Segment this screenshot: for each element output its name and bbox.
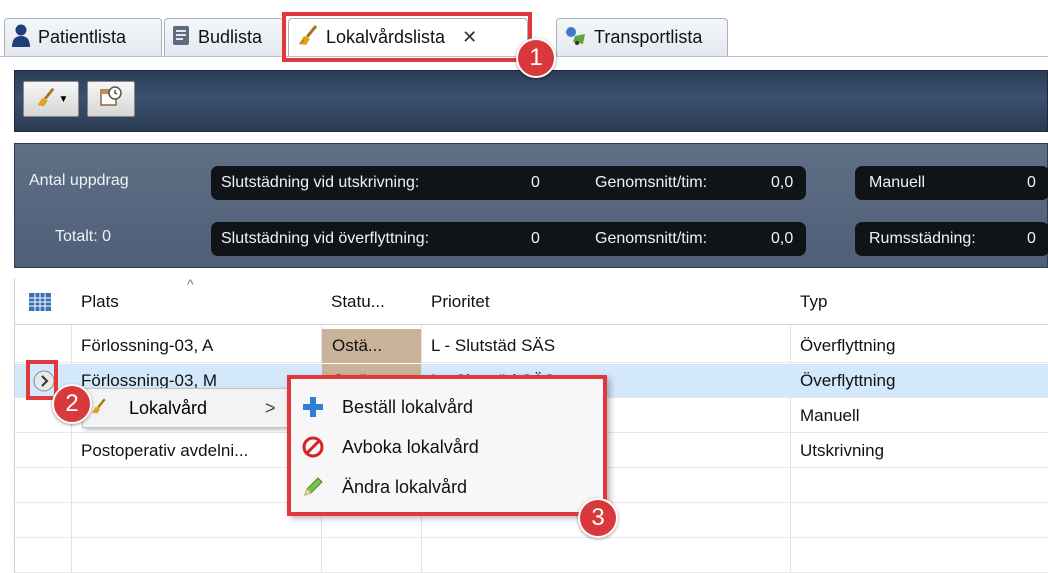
tab-budlista[interactable]: Budlista <box>164 18 284 56</box>
cell-plats: Förlossning-03, A <box>81 336 214 355</box>
column-header-label: Typ <box>800 291 828 311</box>
stat-label: Rumsstädning: <box>869 230 976 247</box>
empty-row <box>15 539 1048 573</box>
cell-typ: Överflyttning <box>800 371 896 390</box>
tab-patientlista[interactable]: Patientlista <box>4 18 162 56</box>
stat-value: 0 <box>1027 230 1036 247</box>
table-row[interactable]: Förlossning-03, A Ostä... L - Slutstäd S… <box>15 329 1048 363</box>
antal-uppdrag-label: Antal uppdrag <box>29 172 129 189</box>
column-header-status[interactable]: Statu... <box>321 278 421 325</box>
cell-prioritet: L - Slutstäd SÄS <box>431 336 556 355</box>
cell-typ: Utskrivning <box>800 441 885 460</box>
stat-pill-utskrivning: Slutstädning vid utskrivning: 0 Genomsni… <box>211 166 806 200</box>
menu-item-lokalvard[interactable]: Lokalvård > <box>83 389 287 427</box>
tab-label: Patientlista <box>38 27 127 47</box>
tab-label: Transportlista <box>594 27 703 47</box>
submenu-arrow-icon: > <box>265 397 276 418</box>
clipboard-icon <box>171 24 191 51</box>
menu-item-label: Lokalvård <box>129 397 208 418</box>
dropdown-arrow-icon: ▼ <box>58 93 69 105</box>
avg-value: 0,0 <box>771 174 794 191</box>
context-menu: Lokalvård > <box>82 388 288 428</box>
stat-value: 0 <box>531 230 540 247</box>
column-header-typ[interactable]: Typ <box>790 278 1048 325</box>
totalt-label: Totalt: 0 <box>55 228 112 245</box>
column-header-label: Plats <box>81 291 119 311</box>
cell-typ: Manuell <box>800 406 860 425</box>
transport-icon <box>563 24 587 51</box>
grid-header: Plats ^ Statu... Prioritet Typ <box>15 276 1048 325</box>
highlight-box-3 <box>287 375 607 516</box>
cell-typ: Överflyttning <box>800 336 896 355</box>
callout-badge-1: 1 <box>516 38 556 78</box>
column-header-prioritet[interactable]: Prioritet <box>421 278 790 325</box>
stat-pill-overflyttning: Slutstädning vid överflyttning: 0 Genoms… <box>211 222 806 256</box>
tab-transportlista[interactable]: Transportlista <box>556 18 728 56</box>
column-header-plats[interactable]: Plats ^ <box>71 276 321 325</box>
column-chooser-icon[interactable] <box>15 278 71 325</box>
stats-panel: Antal uppdrag Totalt: 0 Slutstädning vid… <box>14 143 1048 268</box>
cell-plats: Postoperativ avdelni... <box>81 441 249 460</box>
calendar-clock-icon <box>99 85 123 114</box>
stat-value: 0 <box>1027 174 1036 191</box>
app-window: Patientlista Budlista Lokalvårdslista ✕ … <box>0 0 1048 573</box>
avg-value: 0,0 <box>771 230 794 247</box>
highlight-box-1 <box>282 12 532 62</box>
avg-label: Genomsnitt/tim: <box>595 230 708 247</box>
stat-value: 0 <box>531 174 540 191</box>
sort-ascending-icon: ^ <box>187 276 194 292</box>
column-header-label: Statu... <box>331 291 385 311</box>
toolbar: ▼ <box>14 70 1048 132</box>
broom-icon <box>89 396 107 421</box>
stat-label: Slutstädning vid överflyttning: <box>221 230 430 247</box>
broom-icon <box>34 86 56 113</box>
callout-badge-2: 2 <box>52 384 92 424</box>
column-header-label: Prioritet <box>431 291 490 311</box>
stat-label: Slutstädning vid utskrivning: <box>221 174 420 191</box>
person-icon <box>11 23 31 52</box>
stat-pill-rumsstadning: Rumsstädning: 0 <box>855 222 1048 256</box>
cell-status: Ostä... <box>322 329 421 363</box>
avg-label: Genomsnitt/tim: <box>595 174 708 191</box>
stat-pill-manuell: Manuell 0 <box>855 166 1048 200</box>
cleaning-dropdown-button[interactable]: ▼ <box>23 81 79 117</box>
callout-badge-3: 3 <box>578 498 618 538</box>
tab-label: Budlista <box>198 27 263 47</box>
schedule-button[interactable] <box>87 81 135 117</box>
stat-label: Manuell <box>869 174 926 191</box>
